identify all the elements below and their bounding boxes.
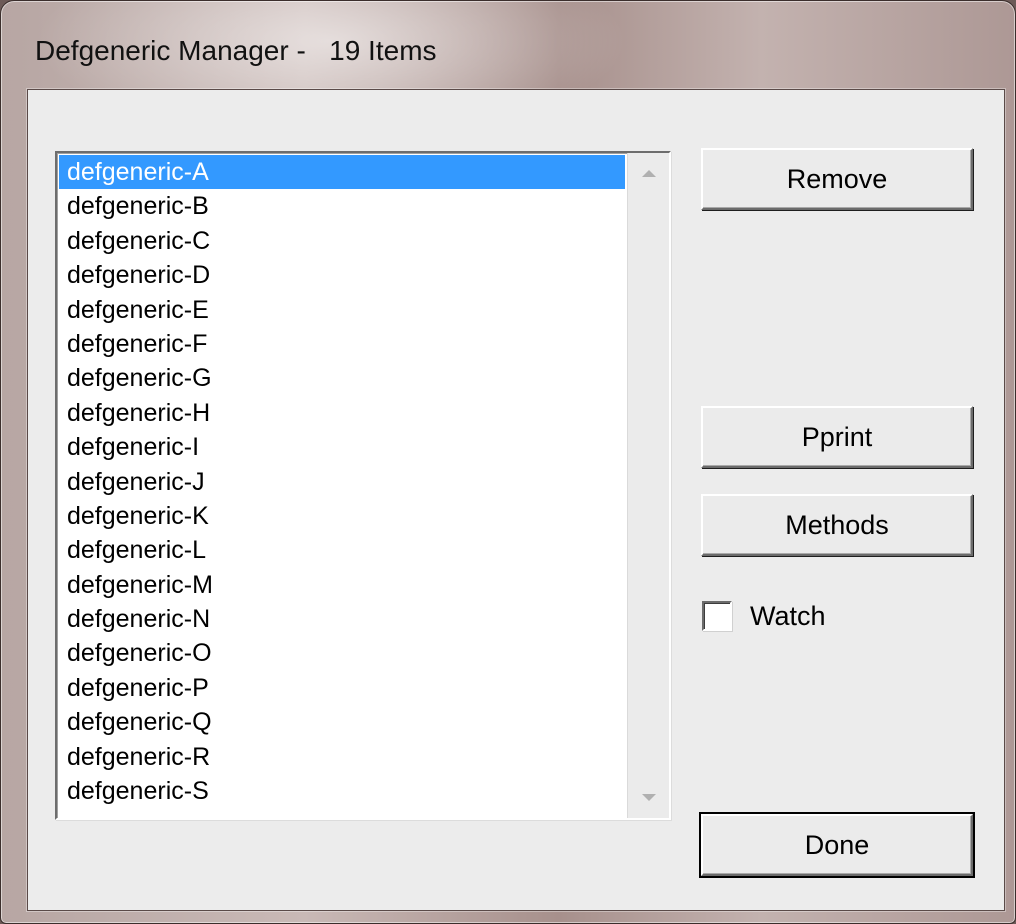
- methods-button[interactable]: Methods: [701, 494, 973, 556]
- watch-checkbox[interactable]: [702, 601, 732, 631]
- list-item[interactable]: defgeneric-F: [59, 327, 625, 361]
- list-item[interactable]: defgeneric-I: [59, 430, 625, 464]
- list-item[interactable]: defgeneric-C: [59, 224, 625, 258]
- list-item[interactable]: defgeneric-H: [59, 396, 625, 430]
- list-item[interactable]: defgeneric-E: [59, 293, 625, 327]
- defgeneric-listbox[interactable]: defgeneric-A defgeneric-B defgeneric-C d…: [55, 151, 671, 820]
- scroll-down-arrow-icon[interactable]: [628, 778, 669, 818]
- done-button[interactable]: Done: [701, 814, 973, 876]
- watch-label[interactable]: Watch: [750, 601, 826, 632]
- list-item[interactable]: defgeneric-O: [59, 636, 625, 670]
- list-item[interactable]: defgeneric-G: [59, 361, 625, 395]
- defgeneric-list: defgeneric-A defgeneric-B defgeneric-C d…: [59, 155, 625, 808]
- list-item[interactable]: defgeneric-M: [59, 568, 625, 602]
- list-item[interactable]: defgeneric-B: [59, 189, 625, 223]
- list-item[interactable]: defgeneric-S: [59, 774, 625, 808]
- watch-checkbox-row[interactable]: Watch: [702, 598, 826, 634]
- list-item[interactable]: defgeneric-K: [59, 499, 625, 533]
- pprint-button[interactable]: Pprint: [701, 406, 973, 468]
- list-item[interactable]: defgeneric-Q: [59, 705, 625, 739]
- list-scrollbar[interactable]: [627, 153, 669, 818]
- scroll-up-arrow-icon[interactable]: [628, 153, 669, 193]
- list-item[interactable]: defgeneric-D: [59, 258, 625, 292]
- list-item[interactable]: defgeneric-J: [59, 465, 625, 499]
- list-item[interactable]: defgeneric-A: [59, 155, 625, 190]
- window-title: Defgeneric Manager - 19 Items: [35, 35, 437, 66]
- list-item[interactable]: defgeneric-N: [59, 602, 625, 636]
- list-item[interactable]: defgeneric-R: [59, 740, 625, 774]
- remove-button[interactable]: Remove: [701, 148, 973, 210]
- list-item[interactable]: defgeneric-L: [59, 533, 625, 567]
- title-bar[interactable]: Defgeneric Manager - 19 Items: [1, 1, 1015, 89]
- dialog-client-area: defgeneric-A defgeneric-B defgeneric-C d…: [27, 89, 1005, 911]
- list-item[interactable]: defgeneric-P: [59, 671, 625, 705]
- dialog-window: Defgeneric Manager - 19 Items defgeneric…: [0, 0, 1016, 924]
